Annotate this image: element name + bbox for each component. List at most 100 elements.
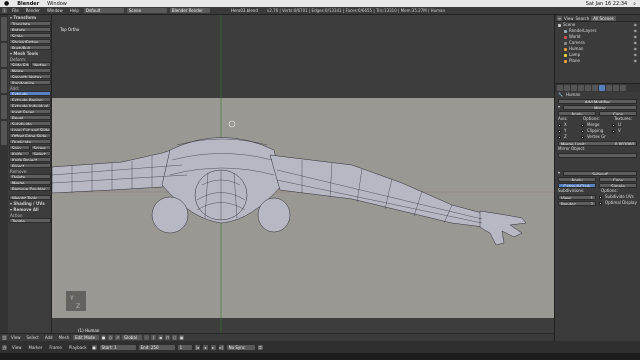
menu-help[interactable]: Help	[68, 8, 81, 13]
weight-tools-button[interactable]: Weight Tools	[9, 195, 51, 200]
tab-grease-pencil[interactable]	[1, 121, 7, 145]
simple-toggle[interactable]: Simple	[599, 182, 637, 188]
timeline-editor-icon[interactable]: ◷	[2, 344, 7, 350]
material-tab-icon[interactable]	[613, 85, 619, 91]
snap-icon[interactable]: ⊓	[165, 335, 171, 340]
outliner-search-menu[interactable]: Search	[576, 16, 590, 21]
timeline-playback-menu[interactable]: Playback	[67, 345, 89, 350]
apple-icon[interactable]: ●	[4, 0, 9, 7]
subsurf-copy-button[interactable]: Copy	[599, 176, 637, 182]
modifiers-tab-icon[interactable]	[599, 85, 605, 91]
timeline-track[interactable]	[0, 353, 640, 360]
world-tab-icon[interactable]	[578, 85, 584, 91]
pivot-icon[interactable]: ◇	[108, 335, 114, 340]
play-icon[interactable]: ▸	[210, 344, 216, 350]
menu-file[interactable]: File	[10, 8, 21, 13]
render-levels-field[interactable]: Render: 2	[558, 200, 596, 206]
outliner-display-select[interactable]: All Scenes	[591, 15, 616, 21]
randomize-button[interactable]: Randomize	[9, 80, 51, 85]
constraints-tab-icon[interactable]	[592, 85, 598, 91]
render-tab-icon[interactable]	[557, 85, 563, 91]
bisect-button[interactable]: Bisect	[9, 163, 51, 168]
knife-project-button[interactable]: Knife Project	[9, 157, 51, 162]
texture-tab-icon[interactable]	[620, 85, 626, 91]
optimal-display-checkbox[interactable]	[599, 201, 602, 205]
mirror-object-field[interactable]	[558, 152, 637, 158]
operator-action-select[interactable]: Toggle	[9, 218, 51, 223]
subsurf-apply-button[interactable]: Apply	[558, 176, 596, 182]
render-preview-icon[interactable]: ▣	[179, 335, 185, 340]
noise-button[interactable]: Noise	[9, 68, 51, 73]
scene-tab-icon[interactable]	[571, 85, 577, 91]
face-select-icon[interactable]: ▪	[158, 335, 164, 340]
select-menu[interactable]: Select	[25, 335, 41, 340]
app-menu[interactable]: Blender	[17, 1, 39, 7]
editor-type-icon-3d[interactable]: ◫	[2, 335, 7, 340]
window-menu[interactable]: Window	[47, 1, 67, 7]
slide-edge-button[interactable]: Slide Edge	[9, 62, 30, 67]
mode-select[interactable]: Edit Mode	[73, 335, 100, 340]
outliner-view-menu[interactable]: View	[564, 16, 574, 21]
jump-end-icon[interactable]: ▸|	[218, 344, 224, 350]
push-pull-button[interactable]: Push/Pull	[9, 45, 51, 50]
current-frame-field[interactable]: 1	[177, 344, 192, 350]
spotlight-search-icon[interactable]: ⌕	[633, 1, 636, 7]
remove-doubles-button[interactable]: Remove Doubles	[9, 186, 51, 191]
rotate-button[interactable]: Rotate	[9, 27, 51, 32]
subdivide-uvs-checkbox[interactable]	[599, 195, 602, 199]
tab-tools[interactable]	[1, 17, 7, 41]
object-tab-icon[interactable]	[585, 85, 591, 91]
subsurf-name-field[interactable]: Subsurf	[563, 170, 637, 176]
merge-checkbox[interactable]	[581, 123, 584, 127]
screen-layout-select[interactable]: Default	[83, 8, 124, 13]
extrude-region-button[interactable]: Extrude Region	[9, 97, 51, 102]
v-checkbox[interactable]	[612, 129, 615, 133]
axis-x-checkbox[interactable]	[558, 123, 561, 127]
shading-icon[interactable]: ●	[101, 335, 107, 340]
sync-select[interactable]: No Sync	[226, 344, 255, 350]
editor-type-icon[interactable]: i	[2, 8, 7, 13]
mirror-copy-button[interactable]: Copy	[599, 110, 637, 116]
subdivide-button[interactable]: Subdivide	[9, 121, 51, 126]
jump-start-icon[interactable]: |◂	[194, 344, 200, 350]
scene-select[interactable]: Scene	[126, 8, 167, 13]
axis-y-checkbox[interactable]	[558, 129, 561, 133]
keying-set-icon[interactable]: ⚿	[257, 344, 263, 350]
scale-button[interactable]: Scale	[9, 33, 51, 38]
inset-faces-button[interactable]: Inset Faces	[9, 109, 51, 114]
smooth-vertex-button[interactable]: Smooth Vertex	[9, 74, 51, 79]
knife-select-button[interactable]: Select	[30, 151, 51, 156]
orientation-select[interactable]: Global	[122, 335, 143, 340]
tab-options[interactable]	[1, 95, 7, 119]
catmull-clark-toggle[interactable]: Catmull-Clark	[558, 182, 596, 188]
u-checkbox[interactable]	[612, 123, 615, 127]
spin-button[interactable]: Spin	[9, 145, 30, 150]
view-levels-field[interactable]: View: 1	[558, 194, 596, 200]
offset-edge-slide-button[interactable]: Offset Edge Slide	[9, 133, 51, 138]
loop-cut-button[interactable]: Loop Cut and Slide	[9, 127, 51, 132]
mirror-apply-button[interactable]: Apply	[558, 110, 596, 116]
mirror-name-field[interactable]: Mirror	[563, 104, 637, 110]
add-modifier-button[interactable]: Add Modifier	[558, 98, 637, 104]
timeline-marker-menu[interactable]: Marker	[27, 345, 45, 350]
expand-icon[interactable]: ▾	[558, 104, 560, 110]
view-menu[interactable]: View	[9, 335, 23, 340]
timeline-view-menu[interactable]: View	[10, 345, 24, 350]
manipulator-icon[interactable]: ↗	[115, 335, 121, 340]
end-frame-field[interactable]: End: 250	[138, 344, 175, 350]
mesh-menu[interactable]: Mesh	[57, 335, 72, 340]
outliner-editor-icon[interactable]: ≡	[557, 15, 562, 21]
start-frame-field[interactable]: Start: 1	[99, 344, 136, 350]
axis-z-checkbox[interactable]	[558, 135, 561, 139]
proportional-edit-icon[interactable]: ○	[172, 335, 178, 340]
knife-button[interactable]: Knife	[9, 151, 30, 156]
extrude-select[interactable]: Extrude	[9, 91, 51, 96]
layers-tab-icon[interactable]	[564, 85, 570, 91]
screw-button[interactable]: Screw	[30, 145, 51, 150]
menu-window[interactable]: Window	[45, 8, 65, 13]
expand-icon-subsurf[interactable]: ▾	[558, 170, 560, 176]
timeline-frame-menu[interactable]: Frame	[47, 345, 63, 350]
clipping-checkbox[interactable]	[581, 129, 584, 133]
outliner-item[interactable]: Plane ◉	[555, 58, 640, 64]
tab-shading[interactable]	[1, 69, 7, 93]
